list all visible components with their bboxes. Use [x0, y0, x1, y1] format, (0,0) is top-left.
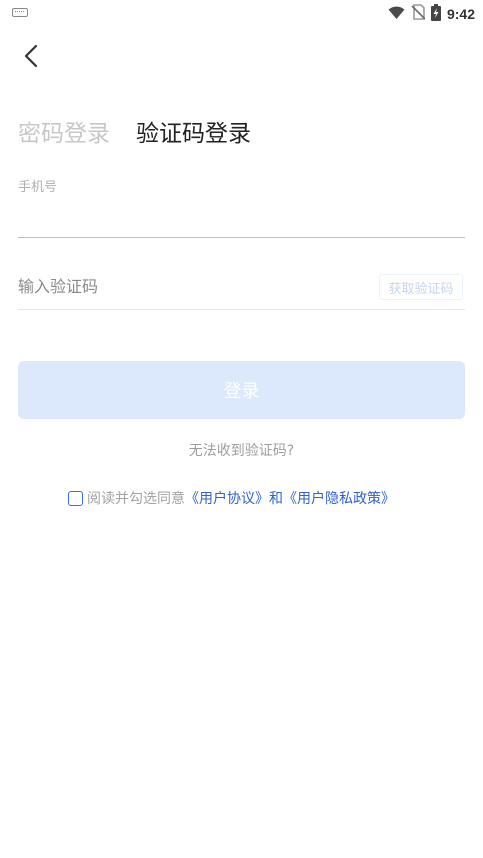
code-input[interactable] — [18, 268, 358, 304]
cannot-receive-code-link[interactable]: 无法收到验证码? — [0, 440, 483, 460]
status-time: 9:42 — [446, 6, 475, 22]
login-tabs: 密码登录 验证码登录 — [18, 114, 251, 154]
code-row: 获取验证码 — [18, 262, 465, 310]
keyboard-icon — [12, 8, 28, 17]
agreement-checkbox[interactable] — [68, 490, 83, 506]
chevron-left-icon — [24, 44, 38, 68]
phone-label: 手机号 — [18, 180, 58, 195]
agreement-row: 阅读并勾选同意 《用户协议》 和 《用户隐私政策》 — [68, 488, 395, 508]
status-bar: 9:42 — [0, 0, 483, 28]
no-sim-icon — [411, 4, 426, 24]
tab-password-login[interactable]: 密码登录 — [18, 114, 110, 148]
privacy-policy-link[interactable]: 《用户隐私政策》 — [283, 488, 395, 508]
login-screen: 9:42 密码登录 验证码登录 手机号 获取验证码 登录 无法收到验证码? 阅读… — [0, 0, 483, 858]
get-code-button[interactable]: 获取验证码 — [379, 274, 463, 300]
agreement-and: 和 — [269, 491, 283, 507]
login-button[interactable]: 登录 — [18, 361, 465, 419]
wifi-icon — [388, 5, 405, 24]
agreement-prefix: 阅读并勾选同意 — [87, 491, 185, 507]
tab-code-login[interactable]: 验证码登录 — [136, 114, 251, 148]
battery-charging-icon — [430, 3, 441, 25]
phone-input[interactable] — [18, 198, 465, 238]
back-button[interactable] — [14, 38, 48, 74]
status-icons: 9:42 — [388, 3, 475, 25]
user-agreement-link[interactable]: 《用户协议》 — [185, 488, 269, 508]
